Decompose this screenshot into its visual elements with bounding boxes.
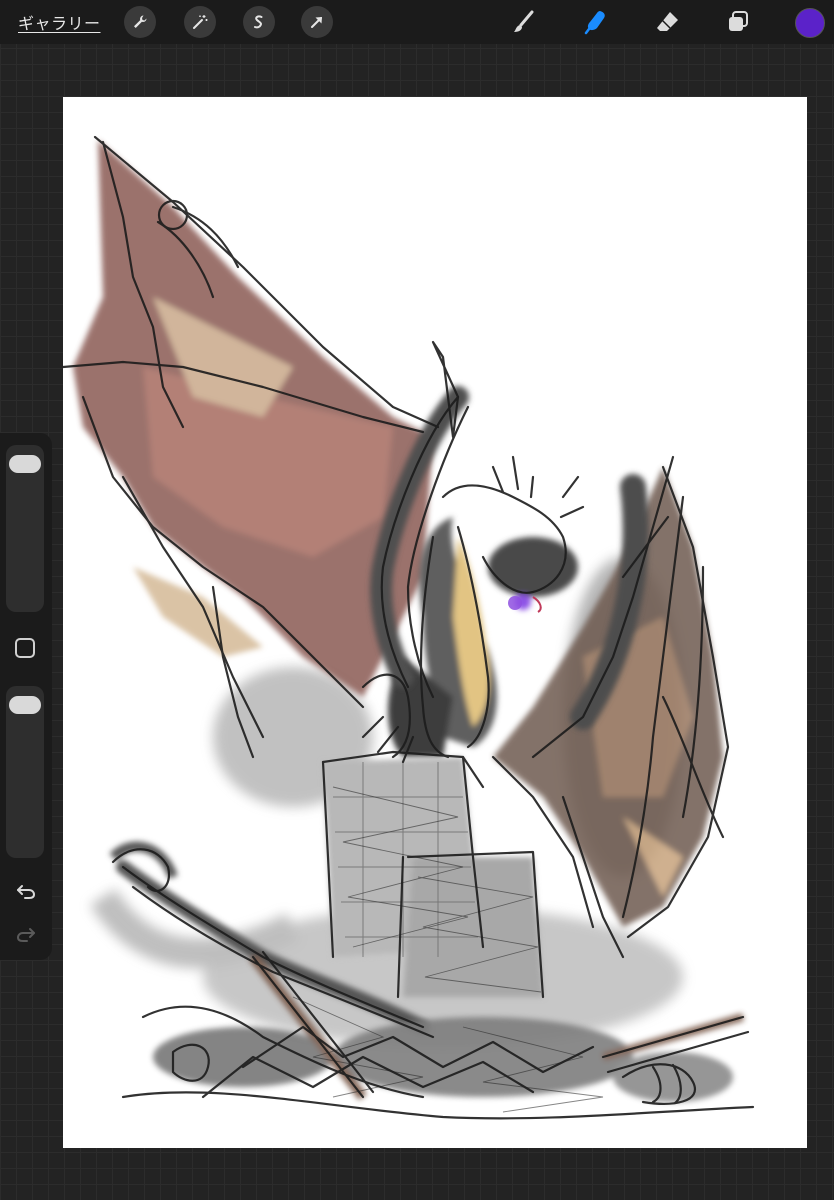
transform-arrow-icon [311, 17, 322, 28]
brush-tool[interactable] [508, 6, 540, 38]
undo-button[interactable] [13, 878, 39, 904]
drawing-canvas[interactable] [63, 97, 807, 1148]
opacity-slider[interactable] [6, 686, 44, 858]
layers-tool[interactable] [722, 6, 754, 38]
dragon-sketch-artwork [63, 135, 755, 1120]
redo-icon [16, 928, 35, 942]
opacity-thumb[interactable] [9, 696, 41, 715]
undo-icon [17, 885, 36, 899]
modify-square-icon[interactable] [15, 638, 35, 658]
top-toolbar: ギャラリー [0, 0, 834, 44]
selection-icon [254, 15, 263, 29]
eraser-tool[interactable] [652, 6, 684, 38]
smudge-icon [584, 11, 605, 35]
transform-button[interactable] [301, 6, 333, 38]
magic-wand-icon [193, 15, 208, 29]
layers-icon [729, 11, 748, 31]
wrench-icon [134, 15, 147, 28]
adjustments-button[interactable] [184, 6, 216, 38]
gallery-button[interactable]: ギャラリー [18, 10, 101, 34]
selection-button[interactable] [243, 6, 275, 38]
brush-size-slider[interactable] [6, 445, 44, 612]
smudge-tool[interactable] [580, 6, 612, 38]
eraser-icon [657, 12, 678, 31]
color-swatch[interactable] [795, 8, 825, 38]
brush-size-thumb[interactable] [9, 455, 41, 474]
redo-button[interactable] [13, 921, 39, 947]
actions-button[interactable] [124, 6, 156, 38]
left-sidebar [0, 433, 52, 960]
brush-icon [514, 10, 534, 32]
